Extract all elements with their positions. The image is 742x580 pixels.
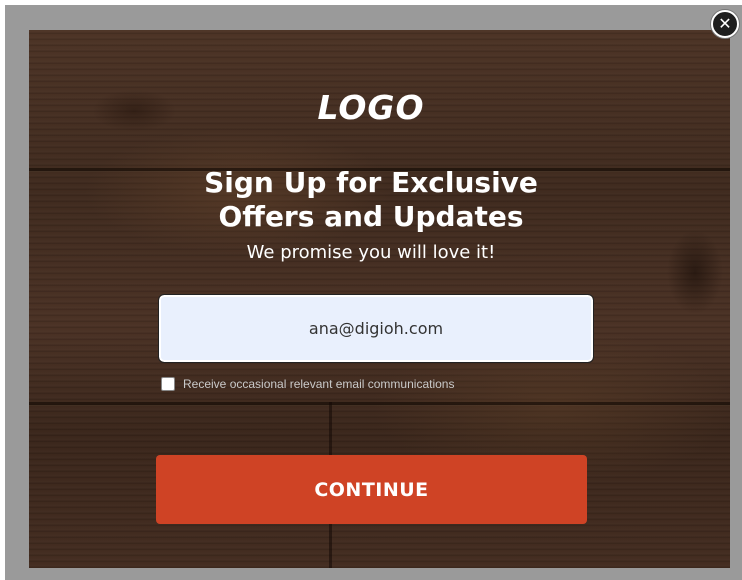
logo: LOGO [317, 88, 425, 127]
plank-seam [29, 402, 730, 405]
close-button[interactable]: ✕ [711, 10, 739, 38]
consent-label: Receive occasional relevant email commun… [183, 377, 455, 391]
consent-row[interactable]: Receive occasional relevant email commun… [161, 376, 454, 392]
continue-button[interactable]: CONTINUE [156, 455, 587, 524]
consent-checkbox[interactable] [161, 377, 175, 391]
email-input[interactable] [158, 294, 594, 363]
headline-line-2: Offers and Updates [218, 200, 524, 233]
headline-line-1: Sign Up for Exclusive [204, 166, 538, 199]
headline: Sign Up for Exclusive Offers and Updates [0, 166, 742, 234]
close-icon: ✕ [718, 14, 732, 33]
subheadline: We promise you will love it! [246, 242, 496, 263]
